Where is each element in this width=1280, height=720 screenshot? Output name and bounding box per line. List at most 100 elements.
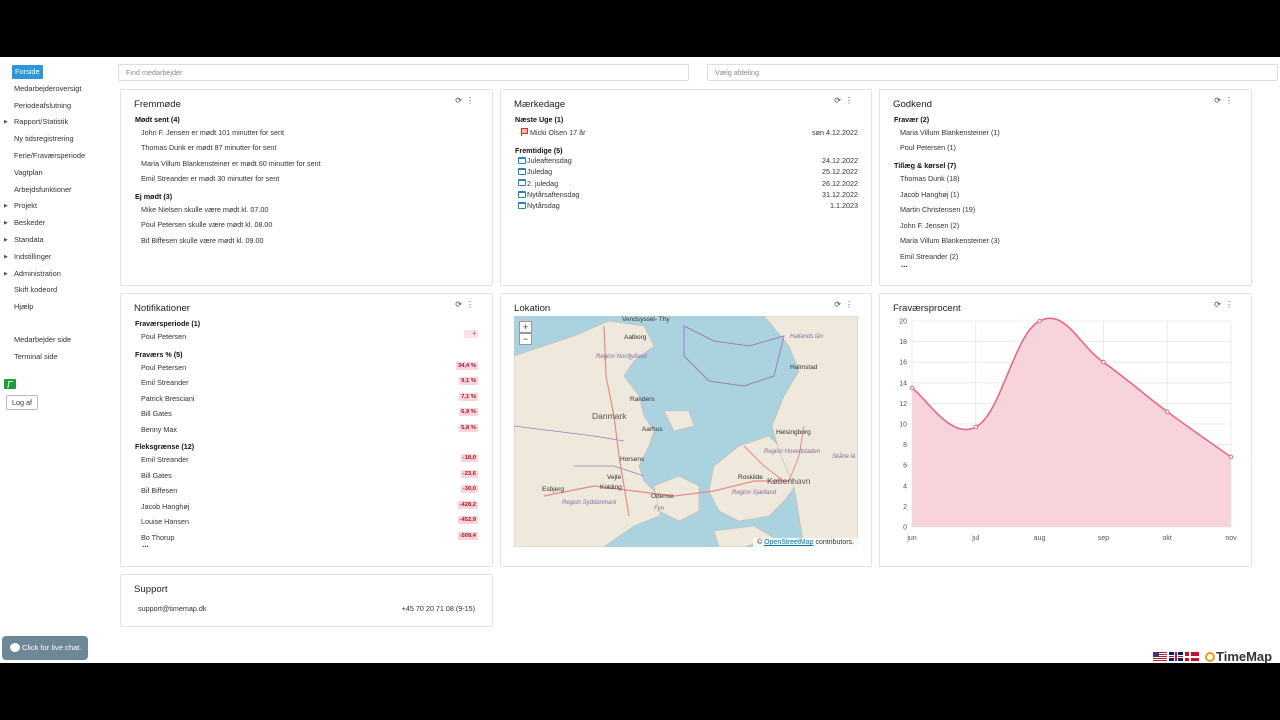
map-label: København <box>767 476 811 486</box>
map[interactable]: + − Vendsyssel- Thy Aalborg Region Nordj… <box>514 316 858 547</box>
refresh-icon[interactable]: ⟳ <box>834 96 845 105</box>
list-item[interactable]: John F. Jensen er mødt 101 minutter for … <box>141 128 284 137</box>
more-ellipsis[interactable]: ... <box>142 540 149 549</box>
list-item[interactable]: Bif Biffesen <box>141 486 177 495</box>
sidebar-item[interactable]: Arbejdsfunktioner <box>0 183 112 197</box>
list-item[interactable]: Mike Nielsen skulle være mødt kl. 07.00 <box>141 205 268 214</box>
sidebar-item-label: Projekt <box>14 201 38 211</box>
sidebar-item-label: Ferie/Fraværsperiode <box>14 151 86 160</box>
lokation-card: Lokation ⟳⋮ + − Vendsyssel- Thy Aalborg … <box>500 293 872 567</box>
sidebar-item[interactable]: ▶ Rapport/Statistik <box>0 115 112 129</box>
value-badge: -452,9 <box>457 516 478 524</box>
list-item[interactable]: Bill Gates <box>141 409 172 418</box>
logoff-button[interactable]: Log af <box>6 395 38 410</box>
absent-header: Ej mødt (3) <box>135 192 173 201</box>
sidebar-item[interactable]: Vagtplan <box>0 166 112 180</box>
sidebar-item-label: Forside <box>12 65 43 79</box>
list-item[interactable]: Thomas Dunk (18) <box>900 174 960 183</box>
sidebar-item[interactable]: ▶ Projekt <box>0 199 112 213</box>
y-tick-label: 18 <box>899 339 907 346</box>
list-item[interactable]: Maria Villum Blankensteiner (1) <box>900 128 1000 137</box>
fravaersprocent-card: Fraværsprocent ⟳⋮ 0 2 4 6 8 10 12 14 16 18 20 jun ju… <box>879 293 1252 567</box>
list-item[interactable]: Poul Petersen <box>141 332 186 341</box>
sidebar-item[interactable]: Skift kodeord <box>0 283 112 297</box>
list-item[interactable]: Benny Max <box>141 425 177 434</box>
sidebar-item[interactable]: Forside <box>0 65 112 79</box>
data-point <box>1037 318 1042 324</box>
support-email-link[interactable]: support@timemap.dk <box>138 604 206 613</box>
list-item[interactable]: Maria Villum Blankensteiner er mødt 60 m… <box>141 159 321 168</box>
list-item[interactable]: Thomas Dunk er mødt 87 minutter for sent <box>141 143 276 152</box>
refresh-icon[interactable]: ⟳ <box>834 300 845 309</box>
list-item[interactable]: Bif Biffesen skulle være mødt kl. 09.00 <box>141 236 264 245</box>
sidebar-item[interactable]: Ferie/Fraværsperiode <box>0 149 112 163</box>
list-item[interactable]: Poul Petersen <box>141 363 186 372</box>
sidebar-item[interactable]: ▶ Indstillinger <box>0 250 112 264</box>
calendar-icon <box>518 157 526 164</box>
map-label: Helsingborg <box>776 429 811 436</box>
chat-label: Click for live chat. <box>22 643 82 652</box>
refresh-icon[interactable]: ⟳ <box>455 300 466 309</box>
sidebar-item-label: Administration <box>14 268 61 278</box>
list-item[interactable]: Poul Petersen skulle være mødt kl. 08.00 <box>141 220 272 229</box>
value-badge: -18,0 <box>460 454 478 462</box>
map-label: Danmark <box>592 411 627 421</box>
sidebar-item-label: Standata <box>14 235 44 244</box>
us-flag-icon[interactable] <box>1153 652 1167 661</box>
sidebar-item[interactable]: ▶ Beskeder <box>0 216 112 230</box>
more-icon[interactable]: ⋮ <box>845 300 857 309</box>
list-item[interactable]: Patrick Bresciani <box>141 394 195 403</box>
value-badge: -509,4 <box>457 532 478 540</box>
list-item[interactable]: Emil Streander <box>141 455 189 464</box>
more-icon[interactable]: ⋮ <box>1225 96 1237 105</box>
sidebar-item[interactable]: Hjælp <box>0 300 112 314</box>
more-icon[interactable]: ⋮ <box>466 96 478 105</box>
sidebar-item[interactable]: Periodeafslutning <box>0 99 112 113</box>
more-ellipsis[interactable]: ... <box>901 260 908 269</box>
sidebar: Forside Medarbejderoversigt Periodeafslutn… <box>0 57 112 663</box>
employee-search-input[interactable]: Find medarbejder <box>118 64 689 81</box>
openstreetmap-link[interactable]: OpenStreetMap <box>764 539 813 546</box>
x-tick-label: jun <box>906 535 916 542</box>
list-item[interactable]: Maria Villum Blankensteiner (3) <box>900 236 1000 245</box>
sidebar-item[interactable]: Medarbejderoversigt <box>0 82 112 96</box>
sidebar-item-label: Skift kodeord <box>14 285 58 295</box>
support-card: Support support@timemap.dk +45 70 20 71 … <box>120 574 493 627</box>
logo-mark-icon <box>1205 652 1215 662</box>
list-item[interactable]: Emil Streander (2) <box>900 252 958 261</box>
dk-flag-icon[interactable] <box>1185 652 1199 661</box>
zoom-in-button[interactable]: + <box>519 321 532 333</box>
card-tools: ⟳⋮ <box>455 96 478 105</box>
list-item[interactable]: Emil Streander er mødt 30 minutter for s… <box>141 174 279 183</box>
period-header: Fraværsperiode (1) <box>135 319 201 328</box>
sidebar-item-label: Arbejdsfunktioner <box>14 184 72 194</box>
caret-right-icon: ▶ <box>4 253 8 260</box>
more-icon[interactable]: ⋮ <box>845 96 857 105</box>
sidebar-item[interactable]: Ny tidsregistrering <box>0 132 112 146</box>
uk-flag-icon[interactable] <box>1169 652 1183 661</box>
refresh-icon[interactable]: ⟳ <box>455 96 466 105</box>
sidebar-item[interactable]: ▶ Administration <box>0 267 112 281</box>
more-icon[interactable]: ⋮ <box>466 300 478 309</box>
holiday-name: Nytårsdag <box>527 201 560 210</box>
map-label: Esbjerg <box>542 486 565 493</box>
y-tick-label: 12 <box>899 401 907 408</box>
map-label: Roskilde <box>738 474 763 481</box>
live-chat-button[interactable]: Click for live chat. <box>2 636 88 660</box>
zoom-out-button[interactable]: − <box>519 333 532 345</box>
list-item[interactable]: Jacob Hanghøj (1) <box>900 190 959 199</box>
list-item[interactable]: John F. Jensen (2) <box>900 221 959 230</box>
list-item[interactable]: Jacob Hanghøj <box>141 502 189 511</box>
map-label: Hallands län <box>790 334 824 340</box>
list-item[interactable]: Louise Hansen <box>141 517 189 526</box>
calendar-icon <box>518 202 526 209</box>
list-item[interactable]: Bill Gates <box>141 471 172 480</box>
attribution-suffix: contributors. <box>815 539 854 546</box>
department-select[interactable]: Vælg afdeling <box>707 64 1278 81</box>
list-item[interactable]: Poul Petersen (1) <box>900 143 956 152</box>
holiday-date: 1.1.2023 <box>830 201 858 210</box>
list-item[interactable]: Emil Streander <box>141 378 189 387</box>
list-item[interactable]: Martin Christensen (19) <box>900 205 975 214</box>
refresh-icon[interactable]: ⟳ <box>1214 96 1225 105</box>
sidebar-item[interactable]: ▶ Standata <box>0 233 112 247</box>
